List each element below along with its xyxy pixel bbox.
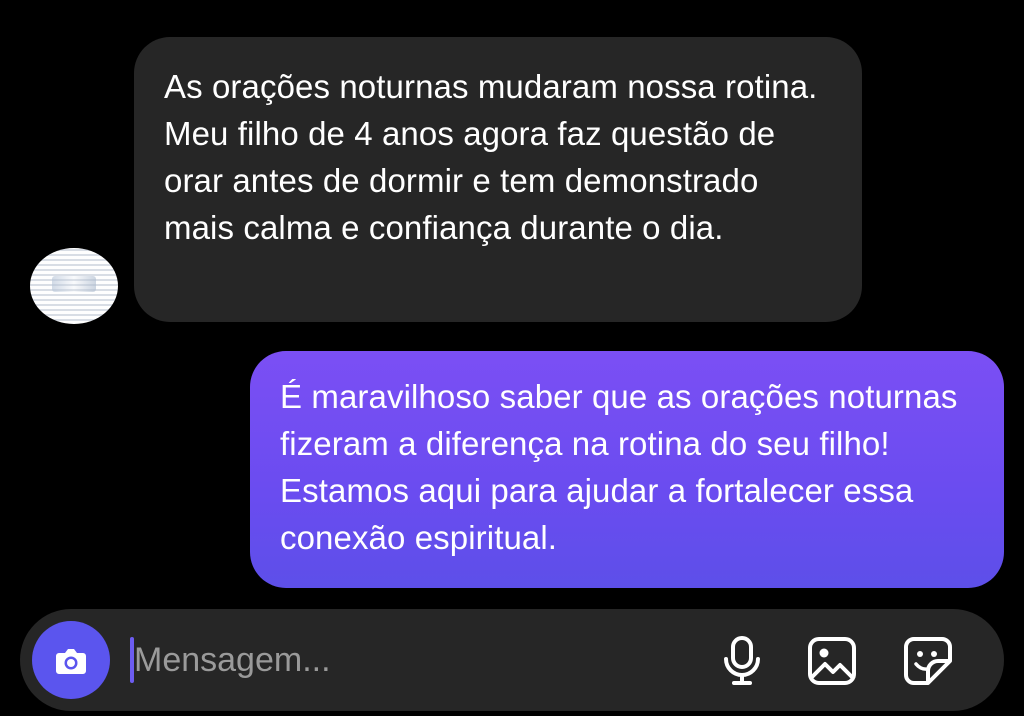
message-input[interactable] bbox=[134, 635, 574, 685]
message-composer bbox=[20, 609, 1004, 711]
incoming-message-text: As orações noturnas mudaram nossa rotina… bbox=[164, 68, 818, 246]
sticker-icon bbox=[904, 637, 952, 685]
outgoing-message-bubble[interactable]: É maravilhoso saber que as orações notur… bbox=[250, 351, 1004, 588]
camera-icon bbox=[56, 649, 86, 674]
camera-button[interactable] bbox=[32, 621, 110, 699]
outgoing-message-text: É maravilhoso saber que as orações notur… bbox=[280, 378, 958, 556]
incoming-message-bubble[interactable]: As orações noturnas mudaram nossa rotina… bbox=[134, 37, 862, 322]
chat-screen: As orações noturnas mudaram nossa rotina… bbox=[0, 0, 1024, 716]
sticker-button[interactable] bbox=[900, 633, 956, 689]
image-gallery-icon bbox=[808, 637, 856, 685]
sender-avatar[interactable] bbox=[30, 248, 118, 324]
gallery-button[interactable] bbox=[804, 633, 860, 689]
microphone-icon bbox=[724, 636, 760, 685]
voice-message-button[interactable] bbox=[714, 633, 770, 689]
